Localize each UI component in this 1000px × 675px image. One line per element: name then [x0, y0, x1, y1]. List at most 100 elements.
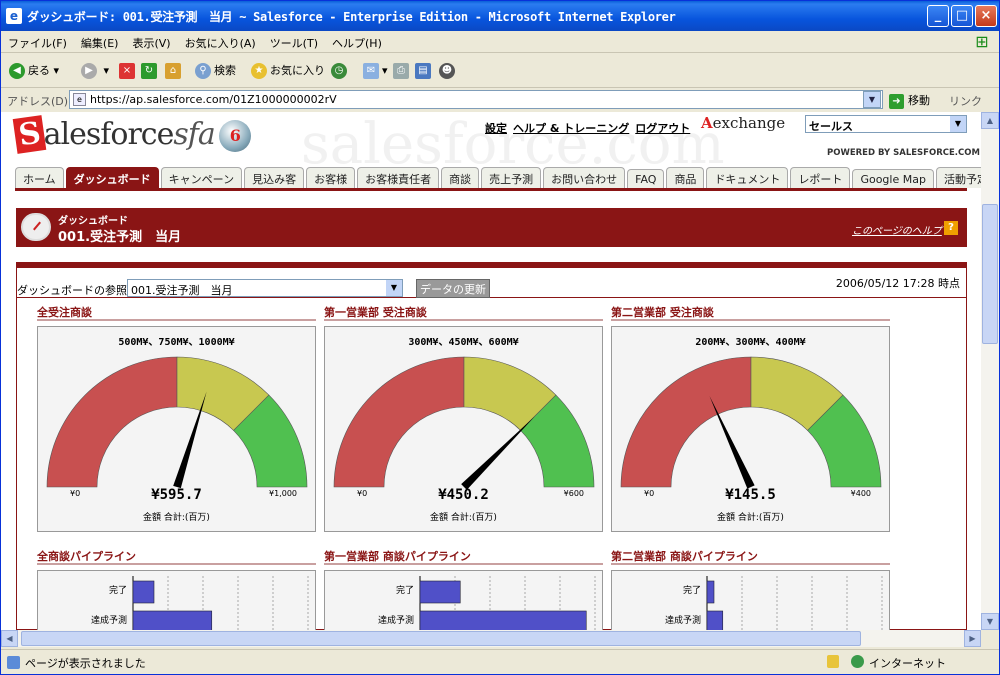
app-select[interactable]: セールス ▼	[805, 115, 967, 133]
pipeline-bar	[419, 580, 461, 604]
vertical-scrollbar[interactable]: ▲ ▼	[981, 112, 999, 630]
scroll-right-icon[interactable]: ▶	[964, 630, 981, 647]
tab-3[interactable]: 見込み客	[244, 167, 305, 188]
tab-5[interactable]: お客様責任者	[357, 167, 440, 188]
tab-0[interactable]: ホーム	[15, 167, 64, 188]
maximize-button[interactable]: □	[951, 5, 973, 27]
history-button[interactable]: ◷	[331, 62, 350, 82]
bar-label: 達成予測	[91, 614, 127, 626]
back-button[interactable]: ◀ 戻る ▾	[9, 62, 59, 82]
pipeline-bar	[706, 610, 724, 630]
address-url: https://ap.salesforce.com/01Z1000000002r…	[90, 93, 337, 106]
horizontal-scrollbar[interactable]: ◀ ▶	[1, 630, 981, 647]
scroll-up-icon[interactable]: ▲	[981, 112, 999, 129]
gauge-min-label: ¥0	[357, 489, 368, 498]
go-button[interactable]: ➜ 移動	[889, 92, 930, 109]
print-icon: ⎙	[393, 63, 409, 79]
pipeline-chart: 完了達成予測	[91, 576, 309, 630]
tab-6[interactable]: 商談	[441, 167, 480, 188]
mail-button[interactable]: ✉ ▾	[363, 62, 388, 82]
refresh-icon: ↻	[141, 63, 157, 79]
chevron-down-icon: ▼	[386, 280, 402, 296]
powered-by: POWERED BY SALESFORCE.COM	[827, 148, 980, 158]
address-input[interactable]: e https://ap.salesforce.com/01Z100000000…	[69, 90, 883, 109]
setup-link[interactable]: 設定	[485, 122, 507, 135]
vertical-scroll-thumb[interactable]	[982, 204, 998, 344]
forward-button[interactable]: ▶ ▾	[81, 62, 109, 82]
globe-icon	[851, 655, 864, 668]
pipeline-panel[interactable]: 完了 達成予測	[611, 570, 890, 630]
browser-window: e ダッシュボード: 001.受注予測 当月 ~ Salesforce - En…	[0, 0, 1000, 675]
mail-icon: ✉	[363, 63, 379, 79]
salesforce-logo[interactable]: Salesforcesfa 6	[12, 115, 251, 154]
forward-arrow-icon: ▶	[81, 63, 97, 79]
scroll-left-icon[interactable]: ◀	[1, 630, 18, 647]
tab-7[interactable]: 売上予測	[481, 167, 542, 188]
gauge-panel[interactable]: 300M¥、450M¥、600M¥ ¥450.2 金額 合計:(百万) ¥0 ¥600	[324, 326, 603, 532]
stop-icon: ×	[119, 63, 135, 79]
menu-file[interactable]: ファイル(F)	[1, 31, 74, 51]
menu-tools[interactable]: ツール(T)	[263, 31, 325, 51]
tab-2[interactable]: キャンペーン	[160, 167, 243, 188]
address-dropdown[interactable]: ▼	[863, 91, 881, 108]
pipeline-bar	[419, 610, 587, 630]
tab-14[interactable]: 活動予定/実	[935, 167, 981, 188]
help-training-link[interactable]: ヘルプ & トレーニング	[513, 122, 629, 135]
favorites-button[interactable]: ★ お気に入り	[251, 62, 325, 82]
bar-label: 達成予測	[665, 614, 701, 626]
close-button[interactable]: ×	[975, 5, 997, 27]
page-title: 001.受注予測 当月	[58, 230, 182, 245]
gauge-unit-label: 金額 合計:(百万)	[430, 513, 497, 523]
title-bar[interactable]: e ダッシュボード: 001.受注予測 当月 ~ Salesforce - En…	[1, 1, 999, 31]
tab-10[interactable]: 商品	[666, 167, 705, 188]
tab-12[interactable]: レポート	[790, 167, 851, 188]
gauge-title: 第一営業部 受注商談	[324, 304, 603, 321]
gauge-needle	[709, 396, 755, 489]
windows-flag-icon: ⊞	[975, 32, 989, 51]
tab-1[interactable]: ダッシュボード	[65, 167, 159, 188]
gauge-title: 全受注商談	[37, 304, 316, 321]
dashboard-select[interactable]: 001.受注予測 当月 ▼	[127, 279, 403, 297]
gauge-panel[interactable]: 500M¥、750M¥、1000M¥ ¥595.7 金額 合計:(百万) ¥0 ¥1,0…	[37, 326, 316, 532]
address-bar: アドレス(D) e https://ap.salesforce.com/01Z1…	[1, 89, 999, 111]
menu-favorites[interactable]: お気に入り(A)	[178, 31, 263, 51]
tab-8[interactable]: お問い合わせ	[543, 167, 626, 188]
scroll-down-icon[interactable]: ▼	[981, 613, 999, 630]
pipeline-title: 全商談パイプライン	[37, 548, 316, 565]
gauge-min-label: ¥0	[70, 489, 81, 498]
salesforce-header: salesforce.com Salesforcesfa 6 設定 ヘルプ & トレ…	[1, 112, 981, 177]
links-button[interactable]: リンク	[949, 93, 982, 109]
gauge-needle	[461, 416, 535, 490]
crystal-ball-icon: 6	[218, 120, 251, 152]
refresh-data-button[interactable]: データの更新	[416, 279, 490, 298]
tab-13[interactable]: Google Map	[852, 169, 934, 189]
edit-button[interactable]: ▤	[415, 62, 434, 82]
menu-edit[interactable]: 編集(E)	[74, 31, 126, 51]
view-label: ダッシュボードの参照	[17, 284, 127, 297]
tab-11[interactable]: ドキュメント	[706, 167, 789, 188]
help-link[interactable]: このページのヘルプ	[852, 222, 942, 237]
print-button[interactable]: ⎙	[393, 62, 412, 82]
pipeline-panel[interactable]: 完了 達成予測	[324, 570, 603, 630]
stop-button[interactable]: ×	[119, 62, 138, 82]
home-icon: ⌂	[165, 63, 181, 79]
tab-4[interactable]: お客様	[306, 167, 356, 188]
appexchange-logo[interactable]: Aexchange	[701, 114, 785, 132]
horizontal-scroll-thumb[interactable]	[21, 631, 861, 646]
timestamp: 2006/05/12 17:28 時点	[835, 277, 960, 290]
pipeline-panel[interactable]: 完了達成予測	[37, 570, 316, 630]
back-arrow-icon: ◀	[9, 63, 25, 79]
minimize-button[interactable]: _	[927, 5, 949, 27]
menu-help[interactable]: ヘルプ(H)	[325, 31, 389, 51]
dashboard-icon	[21, 213, 51, 241]
refresh-button[interactable]: ↻	[141, 62, 160, 82]
bar-label: 完了	[109, 584, 127, 596]
gauge-panel[interactable]: 200M¥、300M¥、400M¥ ¥145.5 金額 合計:(百万) ¥0 ¥400	[611, 326, 890, 532]
help-icon[interactable]: ?	[944, 221, 958, 235]
tab-9[interactable]: FAQ	[627, 169, 665, 189]
search-button[interactable]: ⚲ 検索	[195, 62, 236, 82]
messenger-button[interactable]: ☻	[439, 62, 458, 82]
logout-link[interactable]: ログアウト	[635, 122, 690, 135]
menu-view[interactable]: 表示(V)	[125, 31, 177, 51]
home-button[interactable]: ⌂	[165, 62, 184, 82]
